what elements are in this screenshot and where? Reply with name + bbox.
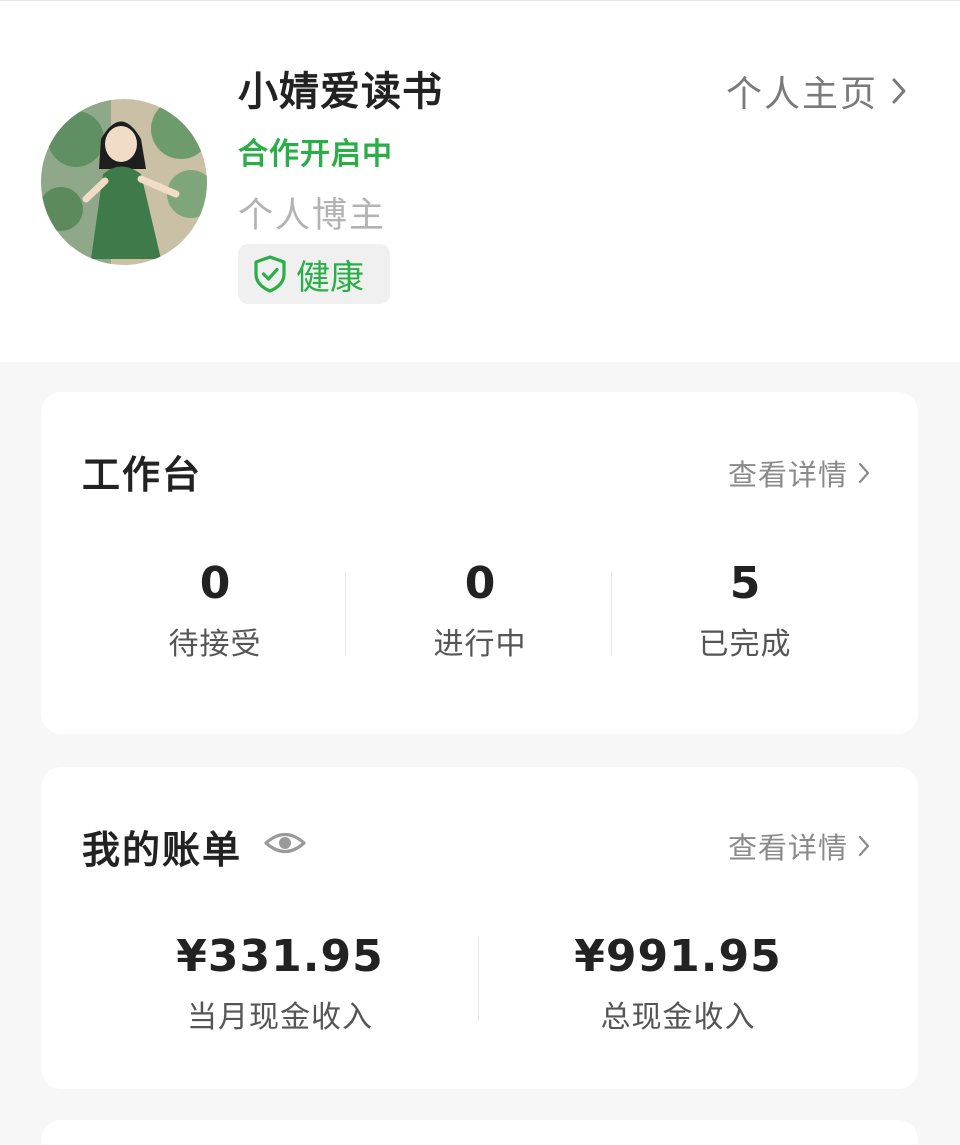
next-card <box>41 1120 918 1145</box>
cooperation-status: 合作开启中 <box>238 137 393 172</box>
chevron-right-icon <box>892 78 906 104</box>
workbench-title: 工作台 <box>82 453 203 497</box>
stat-in-progress[interactable]: 0 进行中 <box>420 558 540 663</box>
bill-card: 我的账单 查看详情 ¥331.95 当月现金收入 ¥991.95 总现金收入 <box>41 767 918 1089</box>
homepage-label: 个人主页 <box>725 74 878 115</box>
stat-value: 0 <box>464 558 496 609</box>
shield-check-icon <box>254 255 286 293</box>
chevron-right-icon <box>858 835 870 857</box>
detail-label: 查看详情 <box>727 458 848 492</box>
health-label: 健康 <box>296 257 364 298</box>
avatar[interactable] <box>41 99 207 265</box>
profile-role: 个人博主 <box>238 196 387 236</box>
stat-value: 0 <box>199 558 231 609</box>
health-badge: 健康 <box>238 244 390 304</box>
bill-detail-link[interactable]: 查看详情 <box>728 825 870 867</box>
profile-header: 小婧爱读书 合作开启中 个人博主 健康 个人主页 <box>0 0 960 362</box>
workbench-card: 工作台 查看详情 0 待接受 0 进行中 5 已完成 <box>41 392 918 734</box>
avatar-image <box>41 99 207 265</box>
stat-label: 已完成 <box>698 627 792 662</box>
profile-name: 小婧爱读书 <box>238 69 443 115</box>
workbench-detail-link[interactable]: 查看详情 <box>728 452 870 494</box>
total-income-value: ¥991.95 <box>574 931 782 982</box>
divider <box>345 572 346 656</box>
monthly-income-value: ¥331.95 <box>176 931 384 982</box>
detail-label: 查看详情 <box>727 831 848 865</box>
monthly-income[interactable]: ¥331.95 当月现金收入 <box>165 931 395 1036</box>
divider <box>611 572 612 656</box>
stat-label: 进行中 <box>433 627 527 662</box>
chevron-right-icon <box>858 462 870 484</box>
bill-title: 我的账单 <box>82 828 243 872</box>
monthly-income-label: 当月现金收入 <box>187 1000 373 1035</box>
homepage-link[interactable]: 个人主页 <box>726 65 908 117</box>
eye-icon[interactable] <box>263 828 307 858</box>
stat-value: 5 <box>729 558 761 609</box>
stat-completed[interactable]: 5 已完成 <box>685 558 805 663</box>
stat-label: 待接受 <box>168 627 262 662</box>
stat-pending[interactable]: 0 待接受 <box>155 558 275 663</box>
total-income[interactable]: ¥991.95 总现金收入 <box>563 931 793 1036</box>
divider <box>478 937 479 1021</box>
total-income-label: 总现金收入 <box>600 1000 756 1035</box>
